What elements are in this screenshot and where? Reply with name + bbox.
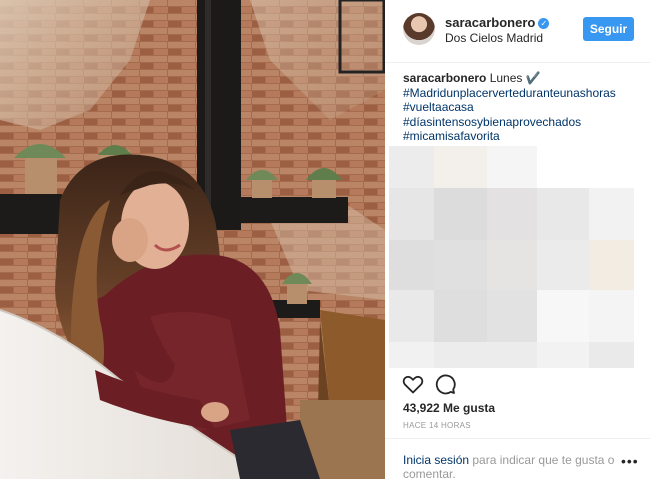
post-timestamp: HACE 14 HORAS [403, 421, 471, 430]
username-text: saracarbonero [445, 15, 536, 30]
hashtag-link[interactable]: #micamisafavorita [403, 129, 643, 144]
username-link[interactable]: saracarbonero ✓ [445, 15, 550, 30]
post-image [0, 0, 385, 479]
caption-username[interactable]: saracarbonero [403, 71, 486, 85]
login-prompt: Inicia sesión para indicar que te gusta … [403, 453, 618, 481]
comments-area-pixelated [389, 146, 634, 368]
post-sidebar: saracarbonero ✓ Dos Cielos Madrid Seguir … [385, 0, 650, 481]
hashtag-link[interactable]: #vueltaacasa [403, 100, 643, 115]
caption: saracarbonero Lunes ✔️ #Madridunplacerve… [403, 71, 643, 144]
hashtag-link[interactable]: #díasintensosybienaprovechados [403, 115, 643, 130]
likes-count[interactable]: 43,922 Me gusta [403, 401, 495, 415]
login-link[interactable]: Inicia sesión [403, 453, 469, 467]
post-header: saracarbonero ✓ Dos Cielos Madrid Seguir [385, 0, 650, 63]
avatar[interactable] [403, 13, 435, 45]
verified-badge-icon: ✓ [538, 18, 550, 29]
heart-icon[interactable] [401, 372, 425, 396]
post-footer: Inicia sesión para indicar que te gusta … [385, 438, 650, 481]
more-options-icon[interactable]: ••• [621, 454, 639, 468]
caption-text: Lunes ✔️ [486, 71, 541, 85]
hashtag-link[interactable]: #Madridunplacerverteduranteunashoras [403, 86, 643, 101]
comment-icon[interactable] [433, 372, 457, 396]
follow-button[interactable]: Seguir [583, 17, 634, 41]
post-photo[interactable] [0, 0, 385, 479]
location-link[interactable]: Dos Cielos Madrid [445, 31, 543, 45]
